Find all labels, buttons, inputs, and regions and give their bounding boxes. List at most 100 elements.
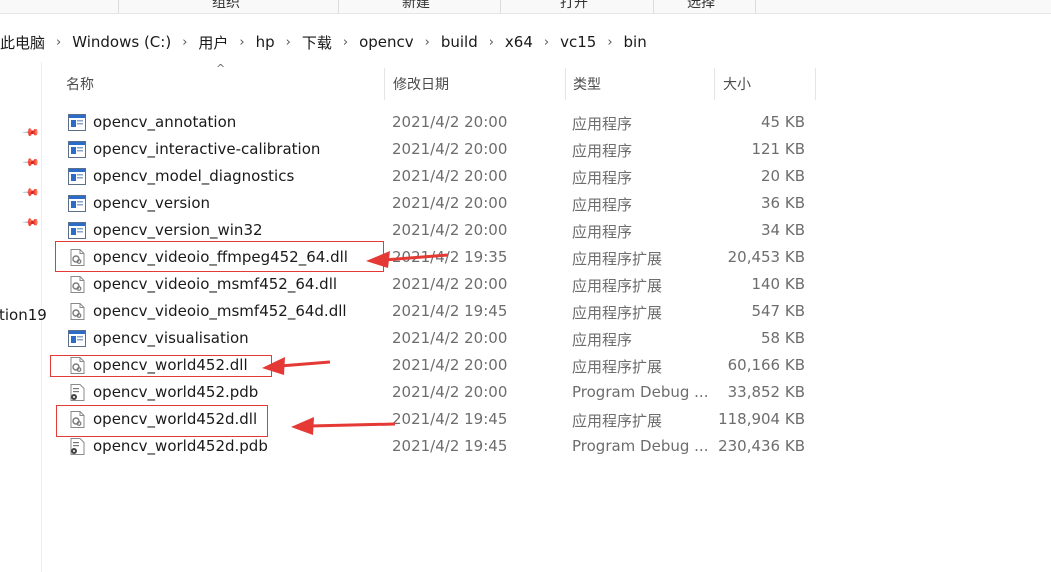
file-name[interactable]: opencv_version <box>93 194 210 212</box>
file-size: 140 KB <box>751 275 805 293</box>
chevron-right-icon[interactable]: › <box>418 35 437 50</box>
crumb-vc15[interactable]: vc15 <box>556 33 600 51</box>
crumb-opencv[interactable]: opencv <box>355 33 418 51</box>
file-size: 60,166 KB <box>727 356 805 374</box>
exe-icon <box>68 330 86 347</box>
file-row[interactable]: opencv_world452d.pdb 2021/4/2 19:45 Progra… <box>60 433 820 460</box>
file-size: 20 KB <box>761 167 805 185</box>
pin-icon[interactable]: 📌 <box>21 213 40 232</box>
file-type: 应用程序 <box>572 196 633 214</box>
file-date-modified: 2021/4/2 20:00 <box>392 383 508 401</box>
file-size: 58 KB <box>761 329 805 347</box>
file-type: 应用程序扩展 <box>572 304 663 322</box>
crumb-hp[interactable]: hp <box>252 33 279 51</box>
file-date-modified: 2021/4/2 20:00 <box>392 194 508 212</box>
file-type: Program Debug ... <box>572 437 709 455</box>
address-breadcrumb[interactable]: 此电脑 › Windows (C:) › 用户 › hp › 下载 › open… <box>0 26 1051 58</box>
file-name[interactable]: opencv_videoio_msmf452_64.dll <box>93 275 337 293</box>
file-date-modified: 2021/4/2 20:00 <box>392 221 508 239</box>
file-type: Program Debug ... <box>572 383 709 401</box>
pdb-icon <box>68 384 86 401</box>
crumb-this-pc[interactable]: 此电脑 <box>0 32 49 53</box>
file-type: 应用程序 <box>572 331 633 349</box>
ribbon-divider <box>653 0 654 13</box>
file-date-modified: 2021/4/2 20:00 <box>392 329 508 347</box>
crumb-users[interactable]: 用户 <box>194 32 232 53</box>
exe-icon <box>68 222 86 239</box>
file-size: 121 KB <box>751 140 805 158</box>
chevron-right-icon[interactable]: › <box>600 35 619 50</box>
pdb-icon <box>68 438 86 455</box>
ribbon-group-new[interactable]: 新建 <box>402 0 430 12</box>
column-header-type[interactable]: 类型 <box>565 68 715 100</box>
file-date-modified: 2021/4/2 20:00 <box>392 275 508 293</box>
file-name[interactable]: opencv_world452.pdb <box>93 383 258 401</box>
ribbon-group-open[interactable]: 打开 <box>560 0 588 12</box>
file-row[interactable]: opencv_version 2021/4/2 20:00 应用程序 36 KB <box>60 190 820 217</box>
crumb-build[interactable]: build <box>437 33 482 51</box>
pin-icon[interactable]: 📌 <box>21 183 40 202</box>
file-name[interactable]: opencv_version_win32 <box>93 221 263 239</box>
chevron-right-icon[interactable]: › <box>49 35 68 50</box>
file-row[interactable]: opencv_annotation 2021/4/2 20:00 应用程序 45 KB <box>60 109 820 136</box>
file-date-modified: 2021/4/2 19:45 <box>392 437 508 455</box>
column-header-name[interactable]: 名称 <box>58 68 384 100</box>
chevron-right-icon[interactable]: › <box>175 35 194 50</box>
nav-item-label[interactable]: tion19 <box>0 306 47 324</box>
ribbon-group-organize[interactable]: 组织 <box>212 0 240 12</box>
file-name[interactable]: opencv_world452d.pdb <box>93 437 268 455</box>
annotation-highlight-box <box>50 355 272 377</box>
file-name[interactable]: opencv_model_diagnostics <box>93 167 294 185</box>
file-type: 应用程序扩展 <box>572 250 663 268</box>
chevron-right-icon[interactable]: › <box>336 35 355 50</box>
annotation-highlight-box <box>56 405 268 437</box>
file-size: 36 KB <box>761 194 805 212</box>
chevron-right-icon[interactable]: › <box>279 35 298 50</box>
file-size: 20,453 KB <box>727 248 805 266</box>
exe-icon <box>68 114 86 131</box>
file-date-modified: 2021/4/2 19:45 <box>392 410 508 428</box>
file-date-modified: 2021/4/2 20:00 <box>392 140 508 158</box>
file-date-modified: 2021/4/2 19:35 <box>392 248 508 266</box>
dll-icon <box>68 276 86 293</box>
file-row[interactable]: opencv_world452.pdb 2021/4/2 20:00 Program… <box>60 379 820 406</box>
crumb-x64[interactable]: x64 <box>501 33 537 51</box>
exe-icon <box>68 195 86 212</box>
ribbon-divider <box>755 0 756 13</box>
exe-icon <box>68 141 86 158</box>
file-size: 45 KB <box>761 113 805 131</box>
pin-icon[interactable]: 📌 <box>21 123 40 142</box>
crumb-bin[interactable]: bin <box>620 33 651 51</box>
column-divider[interactable] <box>815 68 816 100</box>
file-row[interactable]: opencv_interactive-calibration 2021/4/2 2… <box>60 136 820 163</box>
navigation-pane: 📌 📌 📌 📌 tion19 <box>0 62 47 572</box>
file-name[interactable]: opencv_visualisation <box>93 329 249 347</box>
column-header-date[interactable]: 修改日期 <box>385 68 565 100</box>
file-name[interactable]: opencv_videoio_msmf452_64d.dll <box>93 302 347 320</box>
chevron-right-icon[interactable]: › <box>482 35 501 50</box>
file-date-modified: 2021/4/2 19:45 <box>392 302 508 320</box>
ribbon-group-select[interactable]: 选择 <box>687 0 715 12</box>
file-row[interactable]: opencv_videoio_msmf452_64d.dll 2021/4/2 1… <box>60 298 820 325</box>
file-date-modified: 2021/4/2 20:00 <box>392 356 508 374</box>
file-size: 33,852 KB <box>727 383 805 401</box>
file-row[interactable]: opencv_version_win32 2021/4/2 20:00 应用程序 34… <box>60 217 820 244</box>
file-row[interactable]: opencv_visualisation 2021/4/2 20:00 应用程序 58… <box>60 325 820 352</box>
ribbon-divider <box>500 0 501 13</box>
file-size: 118,904 KB <box>718 410 805 428</box>
exe-icon <box>68 168 86 185</box>
file-row[interactable]: opencv_videoio_msmf452_64.dll 2021/4/2 20… <box>60 271 820 298</box>
crumb-windows-c[interactable]: Windows (C:) <box>68 33 175 51</box>
chevron-right-icon[interactable]: › <box>232 35 251 50</box>
column-header-size[interactable]: 大小 <box>715 68 815 100</box>
crumb-downloads[interactable]: 下载 <box>298 32 336 53</box>
chevron-right-icon[interactable]: › <box>537 35 556 50</box>
pin-icon[interactable]: 📌 <box>21 153 40 172</box>
file-type: 应用程序 <box>572 142 633 160</box>
file-row[interactable]: opencv_model_diagnostics 2021/4/2 20:00 应用… <box>60 163 820 190</box>
ribbon-divider <box>338 0 339 13</box>
file-name[interactable]: opencv_annotation <box>93 113 236 131</box>
file-type: 应用程序扩展 <box>572 412 663 430</box>
file-name[interactable]: opencv_interactive-calibration <box>93 140 320 158</box>
file-type: 应用程序扩展 <box>572 358 663 376</box>
